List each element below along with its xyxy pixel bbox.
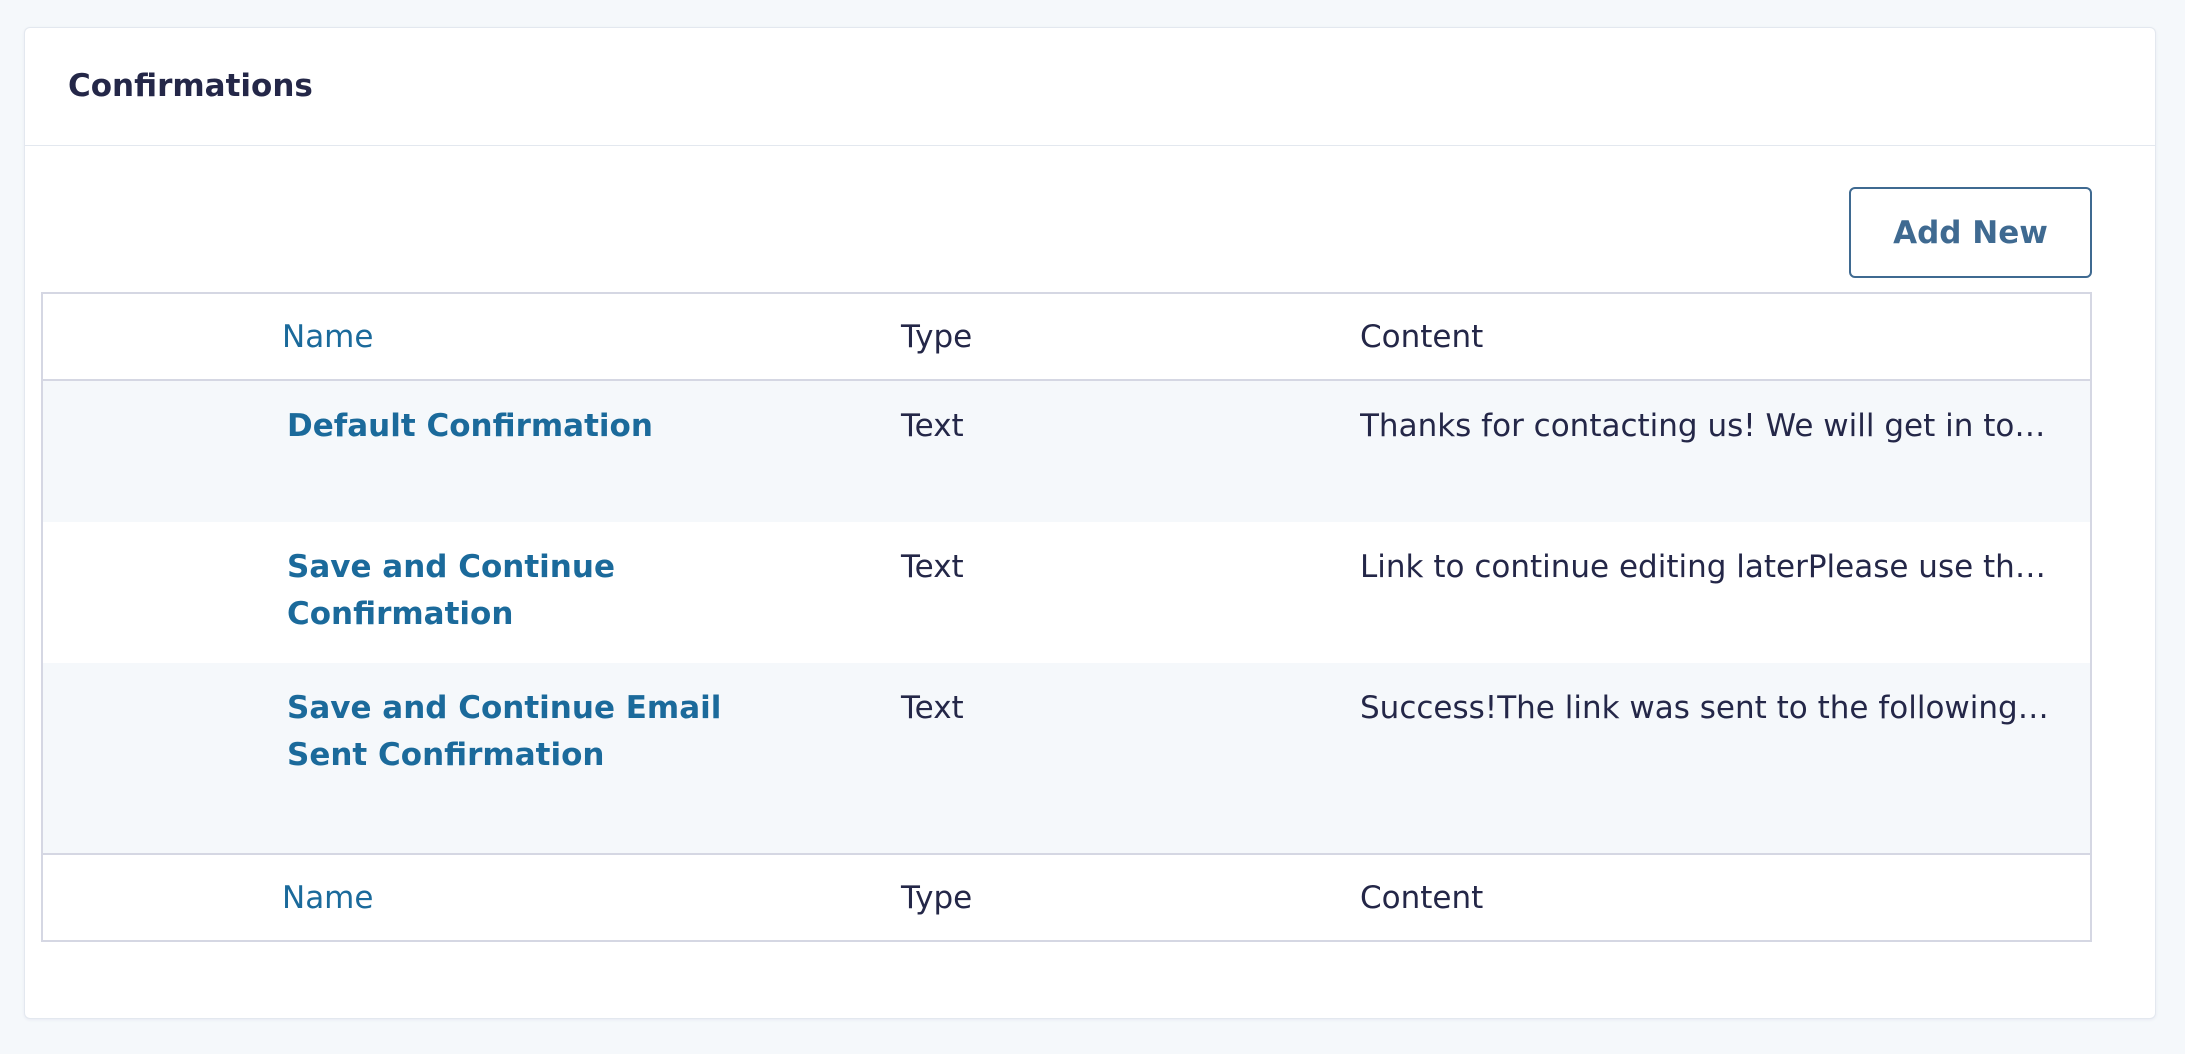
confirmation-type: Text <box>901 690 964 726</box>
confirmation-content: Thanks for contacting us! We will get in… <box>1360 408 2050 444</box>
column-header-name[interactable]: Name <box>282 314 373 361</box>
table-row: Save and Continue Email Sent Confirmatio… <box>43 663 2090 853</box>
confirmation-name-link[interactable]: Default Confirmation <box>287 403 807 450</box>
column-header-type: Type <box>901 319 973 355</box>
panel-header: Confirmations <box>25 28 2155 146</box>
confirmation-content: Success!The link was sent to the followi… <box>1360 690 2050 726</box>
confirmation-content: Link to continue editing laterPlease use… <box>1360 549 2050 585</box>
confirmation-name-link[interactable]: Save and Continue Email Sent Confirmatio… <box>287 685 807 779</box>
confirmation-name-link[interactable]: Save and Continue Confirmation <box>287 544 807 638</box>
table-row: Default Confirmation Text Thanks for con… <box>43 381 2090 522</box>
confirmations-table: Name Type Content Default Confirmation T… <box>41 292 2092 942</box>
column-footer-name[interactable]: Name <box>282 875 373 922</box>
add-new-button[interactable]: Add New <box>1849 187 2092 278</box>
confirmation-type: Text <box>901 549 964 585</box>
table-footer-row: Name Type Content <box>43 853 2090 940</box>
confirmation-type: Text <box>901 408 964 444</box>
column-header-content: Content <box>1360 319 1484 355</box>
column-footer-type: Type <box>901 880 973 916</box>
table-header-row: Name Type Content <box>43 294 2090 381</box>
panel-title: Confirmations <box>68 68 313 104</box>
column-footer-content: Content <box>1360 880 1484 916</box>
table-row: Save and Continue Confirmation Text Link… <box>43 522 2090 663</box>
